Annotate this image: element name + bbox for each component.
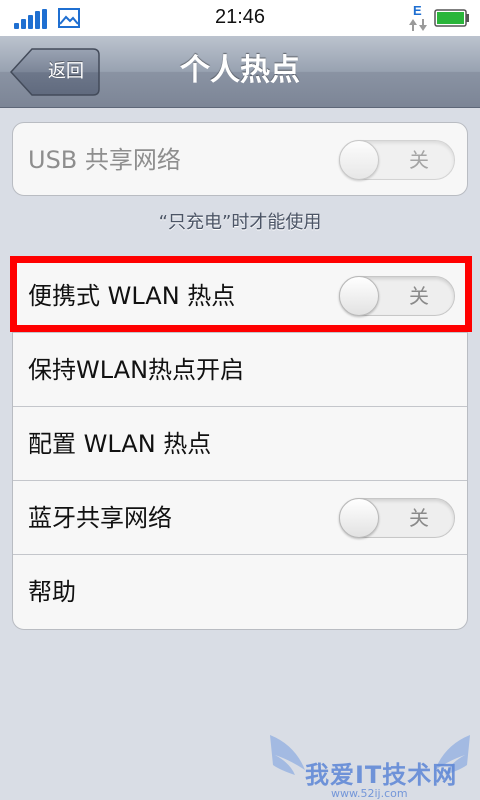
- configure-wlan-hotspot-label: 配置 WLAN 热点: [28, 430, 212, 458]
- toggle-knob[interactable]: [339, 276, 379, 316]
- watermark-logo: 我爱IT技术网 www.52ij.com: [265, 715, 475, 800]
- navigation-bar: 返回 个人热点: [0, 36, 480, 108]
- toggle-knob: [339, 140, 379, 180]
- battery-full-icon: [434, 9, 469, 27]
- portable-wlan-hotspot-label: 便携式 WLAN 热点: [28, 282, 236, 310]
- data-activity-icon: E: [409, 3, 427, 31]
- usb-tethering-label: USB 共享网络: [28, 146, 181, 174]
- toggle-knob[interactable]: [339, 498, 379, 538]
- hotspot-settings-group: 便携式 WLAN 热点 关 保持WLAN热点开启 配置 WLAN 热点 蓝牙共享…: [12, 258, 468, 630]
- toggle-state-label: 关: [409, 506, 429, 530]
- status-bar: 21:46 E: [0, 0, 480, 36]
- back-button-label: 返回: [48, 61, 84, 82]
- usb-tethering-row: USB 共享网络 关: [13, 123, 467, 195]
- watermark-text: 我爱IT技术网: [305, 761, 458, 789]
- usb-tethering-group: USB 共享网络 关: [12, 122, 468, 196]
- help-label: 帮助: [28, 578, 76, 606]
- watermark-url: www.52ij.com: [331, 787, 408, 800]
- configure-wlan-hotspot-row[interactable]: 配置 WLAN 热点: [13, 407, 467, 481]
- page-title: 个人热点: [180, 53, 300, 88]
- back-button[interactable]: 返回: [10, 48, 100, 96]
- toggle-state-label: 关: [409, 148, 429, 172]
- keep-wlan-hotspot-on-row[interactable]: 保持WLAN热点开启: [13, 333, 467, 407]
- keep-wlan-hotspot-on-label: 保持WLAN热点开启: [28, 356, 245, 384]
- help-row[interactable]: 帮助: [13, 555, 467, 629]
- usb-footnote: “只充电”时才能使用: [158, 212, 322, 233]
- usb-tethering-toggle: 关: [339, 140, 455, 180]
- toggle-state-label: 关: [409, 284, 429, 308]
- bluetooth-tethering-row[interactable]: 蓝牙共享网络 关: [13, 481, 467, 555]
- bluetooth-tethering-label: 蓝牙共享网络: [28, 504, 172, 532]
- portable-wlan-hotspot-toggle[interactable]: 关: [339, 276, 455, 316]
- bluetooth-tethering-toggle[interactable]: 关: [339, 498, 455, 538]
- wings-icon: [270, 735, 470, 775]
- portable-wlan-hotspot-row[interactable]: 便携式 WLAN 热点 关: [13, 259, 467, 333]
- network-type-letter: E: [413, 3, 422, 18]
